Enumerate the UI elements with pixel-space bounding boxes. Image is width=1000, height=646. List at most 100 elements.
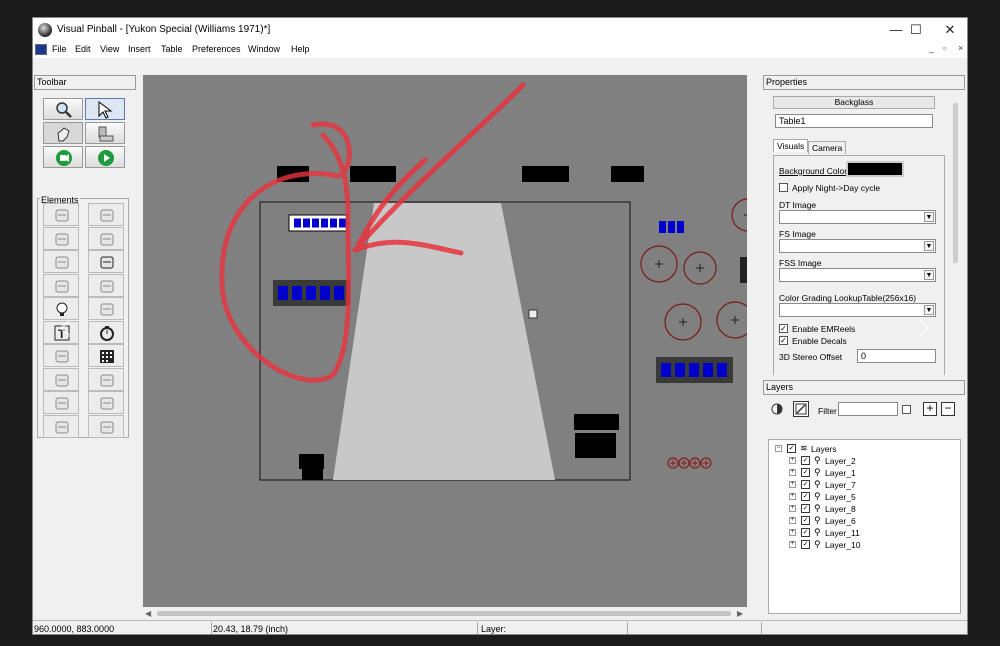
add-layer-button[interactable]: +: [923, 402, 937, 416]
plunger-element-button[interactable]: [43, 250, 79, 273]
properties-scroll-thumb[interactable]: [953, 103, 958, 263]
menu-window[interactable]: Window: [248, 44, 280, 54]
disabled-element-button[interactable]: [88, 414, 124, 438]
record-button[interactable]: [43, 146, 83, 168]
lightseq-element-button[interactable]: [88, 344, 124, 367]
remove-layer-button[interactable]: −: [941, 402, 955, 416]
layer-row[interactable]: + ✓ ⚲ Layer_11: [789, 527, 949, 539]
layer-checkbox[interactable]: ✓: [801, 468, 810, 477]
tab-camera[interactable]: Camera: [808, 141, 847, 154]
primitive-element-button[interactable]: [43, 367, 79, 391]
hand-button[interactable]: [43, 122, 83, 144]
filter-checkbox[interactable]: [902, 405, 911, 414]
layers-root-row[interactable]: − ✓ ≋ Layers: [775, 443, 955, 455]
layer-checkbox[interactable]: ✓: [801, 528, 810, 537]
expand-icon[interactable]: +: [789, 469, 796, 476]
layer-checkbox[interactable]: ✓: [801, 492, 810, 501]
scroll-thumb[interactable]: [157, 611, 731, 616]
chevron-down-icon[interactable]: ▼: [924, 270, 934, 280]
fss-image-select[interactable]: ▼: [779, 268, 936, 282]
menu-table[interactable]: Table: [161, 44, 183, 54]
stereo-offset-field[interactable]: 0: [857, 349, 936, 363]
ramp-element-button[interactable]: [43, 226, 79, 250]
object-name-field[interactable]: Table1: [775, 114, 933, 128]
layer-filter-input[interactable]: [838, 402, 898, 416]
layer-row[interactable]: + ✓ ⚲ Layer_8: [789, 503, 949, 515]
expand-icon[interactable]: +: [789, 493, 796, 500]
backglass-button[interactable]: [85, 122, 125, 144]
backglass-editor-view[interactable]: [143, 75, 747, 607]
menu-edit[interactable]: Edit: [75, 44, 91, 54]
document-icon[interactable]: [35, 44, 47, 55]
mdi-minimize-button[interactable]: _: [929, 43, 934, 53]
fs-image-select[interactable]: ▼: [779, 239, 936, 253]
background-color-swatch[interactable]: [846, 161, 904, 177]
decal-element-button[interactable]: [43, 414, 79, 438]
play-button[interactable]: [85, 146, 125, 168]
timer-element-button[interactable]: [88, 320, 124, 344]
layer-checkbox[interactable]: ✓: [801, 480, 810, 489]
menu-help[interactable]: Help: [291, 44, 310, 54]
expand-icon[interactable]: +: [789, 505, 796, 512]
table-canvas[interactable]: [143, 75, 747, 607]
layer-visibility-button[interactable]: [768, 401, 786, 418]
mdi-close-button[interactable]: ×: [958, 43, 963, 53]
magnifier-button[interactable]: [43, 98, 83, 120]
horizontal-scrollbar[interactable]: ◀ ▶: [143, 607, 747, 620]
black-decal[interactable]: [574, 414, 619, 430]
scroll-right-icon[interactable]: ▶: [737, 609, 743, 618]
collapse-icon[interactable]: −: [775, 445, 782, 452]
spinner-element-button[interactable]: [88, 273, 124, 297]
decals-checkbox[interactable]: ✓: [779, 336, 788, 345]
black-decal[interactable]: [611, 166, 644, 182]
wall-element-button[interactable]: [43, 203, 79, 226]
flipper-element-button[interactable]: [88, 226, 124, 250]
emreels-checkbox[interactable]: ✓: [779, 324, 788, 333]
next-image-icon[interactable]: ›: [917, 304, 933, 350]
layer-row[interactable]: + ✓ ⚲ Layer_7: [789, 479, 949, 491]
expand-icon[interactable]: +: [789, 541, 796, 548]
small-handle[interactable]: [528, 309, 538, 319]
layer-checkbox[interactable]: ✓: [801, 516, 810, 525]
layer-checkbox[interactable]: ✓: [787, 444, 796, 453]
gate-element-button[interactable]: [88, 203, 124, 226]
chevron-down-icon[interactable]: ▼: [924, 212, 934, 222]
mdi-restore-button[interactable]: ▫: [943, 43, 946, 53]
black-decal[interactable]: [740, 257, 747, 283]
trigger-element-button[interactable]: [88, 297, 124, 320]
layer-row[interactable]: + ✓ ⚲ Layer_6: [789, 515, 949, 527]
target-element-button[interactable]: [88, 391, 124, 414]
menu-view[interactable]: View: [100, 44, 119, 54]
previous-image-icon[interactable]: ‹: [57, 304, 73, 350]
tab-visuals[interactable]: Visuals: [773, 139, 809, 152]
dt-image-select[interactable]: ▼: [779, 210, 936, 224]
scroll-left-icon[interactable]: ◀: [145, 609, 151, 618]
menu-preferences[interactable]: Preferences: [192, 44, 241, 54]
expand-icon[interactable]: +: [789, 529, 796, 536]
expand-icon[interactable]: +: [789, 517, 796, 524]
layer-row[interactable]: + ✓ ⚲ Layer_10: [789, 539, 949, 551]
black-decal[interactable]: [302, 468, 323, 480]
layer-checkbox[interactable]: ✓: [801, 504, 810, 513]
properties-mode-dropdown[interactable]: Backglass: [773, 96, 935, 109]
flasher-element-button[interactable]: [88, 367, 124, 391]
menu-file[interactable]: File: [52, 44, 67, 54]
black-decal[interactable]: [522, 166, 569, 182]
expand-icon[interactable]: +: [789, 481, 796, 488]
color-grading-select[interactable]: ▼: [779, 303, 936, 317]
select-button[interactable]: [85, 98, 125, 120]
bumper-element-button[interactable]: [88, 250, 124, 273]
night-day-checkbox[interactable]: [779, 183, 788, 192]
expand-icon[interactable]: +: [789, 457, 796, 464]
black-decal[interactable]: [350, 166, 396, 182]
layer-row[interactable]: + ✓ ⚲ Layer_5: [789, 491, 949, 503]
layer-row[interactable]: + ✓ ⚲ Layer_1: [789, 467, 949, 479]
chevron-down-icon[interactable]: ▼: [924, 241, 934, 251]
menu-insert[interactable]: Insert: [128, 44, 151, 54]
rubber-element-button[interactable]: [43, 391, 79, 414]
maximize-button[interactable]: ☐: [899, 18, 933, 42]
black-decal[interactable]: [299, 454, 324, 469]
black-decal[interactable]: [575, 433, 616, 458]
kicker-element-button[interactable]: [43, 273, 79, 297]
layer-row[interactable]: + ✓ ⚲ Layer_2: [789, 455, 949, 467]
